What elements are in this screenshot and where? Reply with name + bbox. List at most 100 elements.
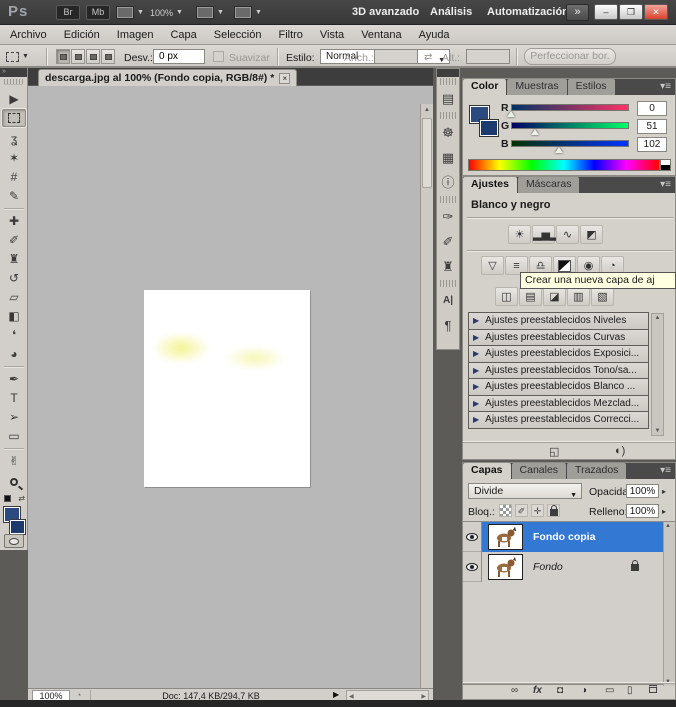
delete-layer-icon[interactable] (649, 685, 657, 693)
menu-capa[interactable]: Capa (170, 29, 196, 41)
close-button[interactable]: ✕ (644, 4, 668, 20)
scrollbar-thumb[interactable] (422, 118, 432, 188)
expand-icon[interactable]: ▶ (473, 349, 479, 358)
vertical-scrollbar[interactable]: ▲ ▼ (420, 104, 433, 688)
expanded-view-icon[interactable]: ◱ (549, 445, 559, 458)
selection-subtract-icon[interactable] (86, 49, 100, 64)
menu-filtro[interactable]: Filtro (278, 29, 302, 41)
shape-tool[interactable]: ▭ (2, 427, 26, 445)
menu-seleccion[interactable]: Selección (214, 29, 262, 41)
preset-niveles[interactable]: ▶ Ajustes preestablecidos Niveles (468, 312, 649, 330)
preset-mezclador[interactable]: ▶ Ajustes preestablecidos Mezclad... (468, 394, 649, 412)
lock-all-icon[interactable] (547, 504, 560, 517)
expand-icon[interactable]: ▶ (473, 333, 479, 342)
exposure-icon[interactable]: ◩ (580, 225, 603, 244)
spot-healing-tool[interactable]: ✚ (2, 212, 26, 230)
blue-slider[interactable] (511, 140, 629, 147)
layer-row-fondo-copia[interactable]: Fondo copia (463, 522, 663, 552)
hand-tool[interactable]: ✌ (2, 452, 26, 470)
antialias-checkbox[interactable] (213, 51, 224, 62)
menu-imagen[interactable]: Imagen (117, 29, 154, 41)
vibrance-icon[interactable]: ▽ (481, 256, 504, 275)
workspace-automatizacion[interactable]: Automatización (487, 6, 569, 18)
histogram-panel-icon[interactable]: ▦ (437, 145, 459, 170)
eye-icon[interactable] (466, 563, 478, 571)
brightness-contrast-icon[interactable]: ☀ (508, 225, 531, 244)
eyedropper-tool[interactable]: ✎ (2, 187, 26, 205)
blur-tool[interactable]: ❛ (2, 326, 26, 344)
character-panel-icon[interactable]: A| (437, 288, 459, 313)
link-layers-icon[interactable]: ∞ (511, 685, 518, 696)
layer-thumbnail[interactable] (488, 524, 523, 550)
tab-close-icon[interactable]: × (279, 72, 291, 84)
eraser-tool[interactable]: ▱ (2, 288, 26, 306)
tools-drag-handle[interactable] (4, 79, 23, 85)
opacity-field[interactable]: 100% (626, 484, 659, 498)
threshold-icon[interactable]: ◪ (543, 287, 566, 306)
tab-ajustes[interactable]: Ajustes (463, 177, 517, 193)
crop-tool[interactable]: # (2, 168, 26, 186)
history-panel-icon[interactable]: ▤ (437, 86, 459, 111)
green-slider-handle[interactable] (531, 129, 539, 135)
tab-mascaras[interactable]: Máscaras (517, 177, 580, 193)
layer-name[interactable]: Fondo (533, 561, 563, 573)
tab-capas[interactable]: Capas (463, 463, 511, 479)
clip-to-layer-icon[interactable]: ◐) (615, 445, 625, 457)
menu-vista[interactable]: Vista (320, 29, 344, 41)
red-value-field[interactable]: 0 (637, 101, 667, 116)
arrange-documents-icon[interactable]: ▼ (196, 5, 224, 20)
invert-icon[interactable]: ◫ (495, 287, 518, 306)
brushes-panel-icon[interactable]: ✐ (437, 229, 459, 254)
quick-mask-button[interactable] (4, 534, 24, 548)
expand-icon[interactable]: ▶ (473, 366, 479, 375)
workspace-analisis[interactable]: Análisis (430, 6, 472, 18)
scroll-up-icon[interactable]: ▲ (653, 315, 662, 321)
preset-correccion[interactable]: ▶ Ajustes preestablecidos Correcci... (468, 411, 649, 429)
rectangular-marquee-tool[interactable] (2, 109, 26, 127)
eye-icon[interactable] (466, 533, 478, 541)
selection-new-icon[interactable] (56, 49, 70, 64)
dock-header[interactable] (437, 69, 459, 77)
tool-preset-picker[interactable]: ▼ (6, 50, 32, 63)
default-colors-icon[interactable]: ⇄ (3, 494, 25, 504)
visibility-cell[interactable] (463, 522, 482, 552)
refine-edge-button[interactable]: Perfeccionar bor. (524, 48, 616, 65)
menu-ventana[interactable]: Ventana (361, 29, 401, 41)
layer-name[interactable]: Fondo copia (533, 531, 595, 543)
lasso-tool[interactable]: ʓ (2, 130, 26, 148)
green-value-field[interactable]: 51 (637, 119, 667, 134)
pen-tool[interactable]: ✒ (2, 370, 26, 388)
type-tool[interactable]: T (2, 389, 26, 407)
scroll-up-icon[interactable]: ▲ (421, 104, 433, 116)
path-selection-tool[interactable]: ➢ (2, 408, 26, 426)
spectrum-bw-end[interactable] (660, 159, 671, 171)
scroll-down-icon[interactable]: ▼ (653, 428, 662, 434)
minimize-button[interactable]: – (594, 4, 618, 20)
gradient-map-icon[interactable]: ▥ (567, 287, 590, 306)
expand-icon[interactable]: ▶ (473, 382, 479, 391)
selection-add-icon[interactable] (71, 49, 85, 64)
preset-blanco-negro[interactable]: ▶ Ajustes preestablecidos Blanco ... (468, 378, 649, 396)
lock-paint-icon[interactable]: ✐ (515, 504, 528, 517)
red-slider[interactable] (511, 104, 629, 111)
opacity-arrow-icon[interactable]: ▸ (662, 487, 666, 496)
minibridge-button[interactable]: Mb (86, 5, 110, 20)
background-color-swatch[interactable] (9, 519, 26, 535)
tab-trazados[interactable]: Trazados (567, 463, 627, 479)
fill-field[interactable]: 100% (626, 504, 659, 518)
fill-arrow-icon[interactable]: ▸ (662, 507, 666, 516)
background-color-swatch[interactable] (479, 119, 499, 137)
brush-presets-panel-icon[interactable]: ✑ (437, 204, 459, 229)
layer-thumbnail[interactable] (488, 554, 523, 580)
info-panel-icon[interactable]: ⓘ (437, 170, 459, 195)
scroll-right-icon[interactable]: ▶ (421, 693, 426, 700)
new-layer-icon[interactable]: ▯ (627, 685, 633, 696)
bridge-button[interactable]: Br (56, 5, 80, 20)
menu-edicion[interactable]: Edición (64, 29, 100, 41)
red-slider-handle[interactable] (507, 111, 515, 117)
clone-stamp-tool[interactable]: ♜ (2, 250, 26, 268)
layers-scrollbar[interactable]: ▲ ▼ (663, 522, 675, 686)
more-workspaces-button[interactable]: » (566, 4, 589, 21)
new-adjustment-layer-icon[interactable]: ◑ (581, 685, 587, 696)
new-group-icon[interactable]: ▭ (605, 685, 614, 696)
